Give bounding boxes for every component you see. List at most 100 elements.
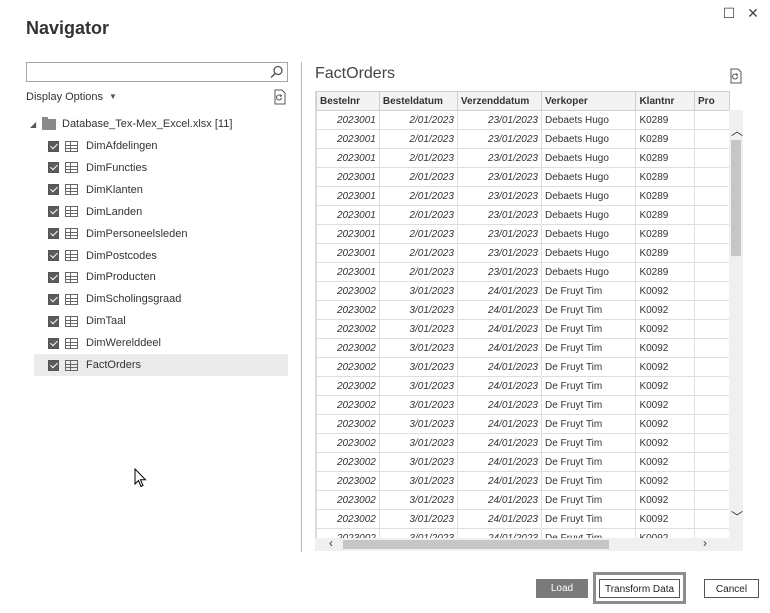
scroll-right-icon[interactable]: › [703, 536, 707, 550]
checkbox[interactable] [48, 140, 59, 152]
checkbox[interactable] [48, 293, 59, 305]
table-cell: 3/01/2023 [378, 452, 458, 472]
table-cell [694, 376, 730, 396]
display-options-label: Display Options [26, 91, 104, 103]
scroll-left-icon[interactable]: ‹ [329, 536, 333, 550]
cancel-button[interactable]: Cancel [704, 579, 759, 598]
table-cell: K0289 [635, 167, 696, 187]
table-row: 2023002 3/01/2023 24/01/2023 De Fruyt Tim K0… [316, 433, 730, 453]
column-header[interactable]: Verzenddatum [456, 91, 543, 111]
table-cell: 2/01/2023 [378, 167, 458, 187]
scroll-up-icon[interactable]: ︿ [731, 122, 743, 139]
table-cell: 2023002 [316, 471, 380, 491]
table-cell: 2023002 [316, 528, 380, 538]
preview-title: FactOrders [315, 65, 396, 82]
scroll-down-icon[interactable]: ﹀ [731, 508, 743, 525]
table-cell: De Fruyt Tim [540, 319, 637, 339]
collapse-triangle-icon[interactable]: ◢ [30, 120, 40, 129]
table-cell: 2023001 [316, 243, 380, 263]
tree-item[interactable]: DimKlanten [34, 179, 288, 201]
search-input[interactable] [26, 62, 288, 82]
pane-divider[interactable] [301, 62, 302, 552]
tree-item[interactable]: DimFuncties [34, 157, 288, 179]
table-row: 2023001 2/01/2023 23/01/2023 Debaets Hugo K0… [316, 186, 730, 206]
table-cell [694, 243, 730, 263]
tree-item[interactable]: DimWerelddeel [34, 332, 288, 354]
refresh-icon[interactable] [272, 89, 288, 105]
tree-item[interactable]: DimAfdelingen [34, 135, 288, 157]
tree-item-label: DimScholingsgraad [86, 293, 182, 306]
tree-item[interactable]: DimPersoneelsleden [34, 223, 288, 245]
display-options-menu[interactable]: Display Options ▼ [26, 91, 117, 103]
table-cell: 24/01/2023 [456, 338, 543, 358]
table-cell [694, 528, 730, 538]
tree-item[interactable]: DimPostcodes [34, 245, 288, 267]
table-cell: 3/01/2023 [378, 471, 458, 491]
tree-root-workbook[interactable]: ◢ Database_Tex-Mex_Excel.xlsx [11] [30, 116, 232, 132]
tree-item-label: DimLanden [86, 205, 143, 218]
tree-root-label: Database_Tex-Mex_Excel.xlsx [11] [62, 118, 233, 130]
search-icon[interactable] [269, 64, 285, 80]
table-cell: 24/01/2023 [456, 471, 543, 491]
tree-item-label: DimProducten [86, 271, 156, 284]
tree-item[interactable]: DimScholingsgraad [34, 288, 288, 310]
checkbox[interactable] [48, 271, 59, 283]
table-cell: 23/01/2023 [456, 205, 543, 225]
table-row: 2023002 3/01/2023 24/01/2023 De Fruyt Tim K0… [316, 528, 730, 538]
table-icon [65, 140, 78, 152]
checkbox[interactable] [48, 162, 59, 174]
tree-item-label: DimWerelddeel [86, 337, 161, 350]
table-cell: De Fruyt Tim [540, 509, 637, 529]
column-header[interactable]: Klantnr [635, 91, 696, 111]
table-icon [65, 293, 78, 305]
table-cell: 2023002 [316, 281, 380, 301]
column-header[interactable]: Besteldatum [378, 91, 458, 111]
table-header-row: Bestelnr Besteldatum Verzenddatum Verkoper K… [316, 91, 730, 111]
tree-item[interactable]: DimLanden [34, 201, 288, 223]
table-cell: K0092 [635, 357, 696, 377]
table-cell: De Fruyt Tim [540, 395, 637, 415]
data-preview-grid[interactable]: Bestelnr Besteldatum Verzenddatum Verkoper K… [315, 91, 730, 538]
checkbox[interactable] [48, 359, 59, 371]
table-cell: 2023002 [316, 490, 380, 510]
column-header[interactable]: Pro [694, 91, 730, 111]
table-cell: 3/01/2023 [378, 433, 458, 453]
table-row: 2023002 3/01/2023 24/01/2023 De Fruyt Tim K0… [316, 509, 730, 529]
vertical-scroll-thumb[interactable] [731, 140, 741, 256]
table-cell: K0289 [635, 243, 696, 263]
table-row: 2023002 3/01/2023 24/01/2023 De Fruyt Tim K0… [316, 338, 730, 358]
vertical-scrollbar[interactable]: ︿ ﹀ [729, 110, 743, 538]
tree-item[interactable]: DimTaal [34, 310, 288, 332]
table-cell: De Fruyt Tim [540, 528, 637, 538]
tree-item[interactable]: FactOrders [34, 354, 288, 376]
checkbox[interactable] [48, 315, 59, 327]
checkbox[interactable] [48, 184, 59, 196]
tree-item-label: DimAfdelingen [86, 140, 158, 152]
transform-data-button[interactable]: Transform Data [599, 579, 680, 598]
column-header[interactable]: Bestelnr [316, 91, 380, 111]
table-cell: 24/01/2023 [456, 300, 543, 320]
checkbox[interactable] [48, 206, 59, 218]
tree-item-label: DimKlanten [86, 183, 143, 196]
table-cell: K0092 [635, 414, 696, 434]
table-cell: 24/01/2023 [456, 490, 543, 510]
table-cell: 2023001 [316, 129, 380, 149]
restore-icon[interactable]: ☐ [720, 4, 738, 22]
horizontal-scrollbar[interactable]: ‹ › [315, 536, 729, 551]
checkbox[interactable] [48, 228, 59, 240]
load-button[interactable]: Load [536, 579, 588, 598]
table-cell: K0092 [635, 281, 696, 301]
column-header[interactable]: Verkoper [540, 91, 637, 111]
checkbox[interactable] [48, 250, 59, 261]
horizontal-scroll-thumb[interactable] [343, 540, 609, 549]
checkbox[interactable] [48, 337, 59, 349]
table-cell: 2/01/2023 [378, 148, 458, 168]
refresh-icon[interactable] [728, 68, 744, 84]
tree-item[interactable]: DimProducten [34, 266, 288, 288]
table-cell: K0289 [635, 224, 696, 244]
table-cell [694, 357, 730, 377]
table-cell: 24/01/2023 [456, 281, 543, 301]
table-cell: 24/01/2023 [456, 414, 543, 434]
close-icon[interactable]: ✕ [744, 4, 762, 22]
table-cell: 24/01/2023 [456, 452, 543, 472]
